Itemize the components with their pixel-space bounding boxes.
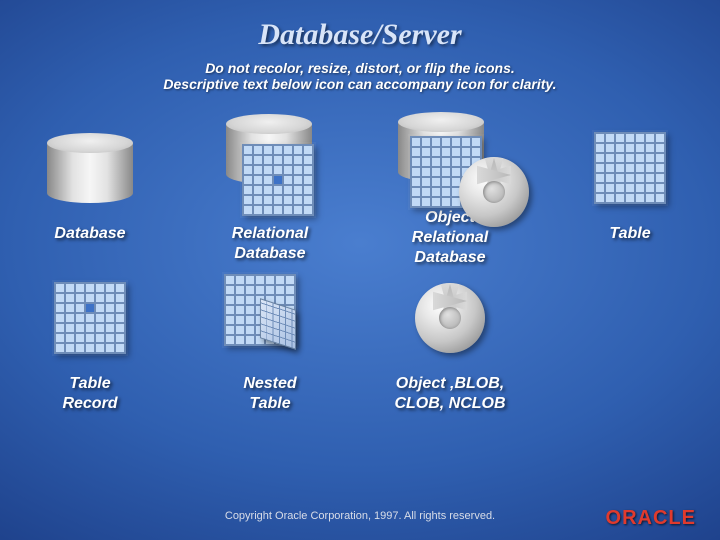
label-table: Table (609, 224, 650, 244)
label-table-record: TableRecord (62, 374, 117, 414)
table-icon (570, 118, 690, 218)
cell-empty (540, 268, 720, 428)
table-record-icon (30, 268, 150, 368)
slide: Database/Server Do not recolor, resize, … (0, 0, 720, 540)
cell-object-lob: Object ‚BLOB,CLOB, NCLOB (360, 268, 540, 428)
object-relational-database-icon (390, 118, 510, 202)
cell-nested-table: NestedTable (180, 268, 360, 428)
subtitle-line-1: Do not recolor, resize, distort, or flip… (0, 60, 720, 76)
cell-database: Database (0, 118, 180, 268)
oracle-logo: ORACLE (606, 507, 696, 530)
table-grid-icon (54, 282, 126, 354)
label-database: Database (54, 224, 125, 244)
cell-table: Table (540, 118, 720, 268)
cell-relational-database: RelationalDatabase (180, 118, 360, 268)
nested-table-icon (210, 268, 330, 368)
cell-object-relational-database: ObjectRelationalDatabase (360, 118, 540, 268)
label-object-lob: Object ‚BLOB,CLOB, NCLOB (394, 374, 505, 414)
label-nested-table: NestedTable (243, 374, 296, 414)
table-grid-icon (594, 132, 666, 204)
object-lob-icon (390, 268, 510, 368)
table-grid-icon (242, 144, 314, 216)
disc-icon (459, 157, 529, 227)
icon-grid: Database RelationalDatabase (0, 118, 720, 428)
database-icon (30, 118, 150, 218)
cell-table-record: TableRecord (0, 268, 180, 428)
subtitle-line-2: Descriptive text below icon can accompan… (0, 76, 720, 92)
disc-icon (415, 283, 485, 353)
page-title: Database/Server (0, 0, 720, 52)
relational-database-icon (210, 118, 330, 218)
label-relational-database: RelationalDatabase (232, 224, 308, 264)
